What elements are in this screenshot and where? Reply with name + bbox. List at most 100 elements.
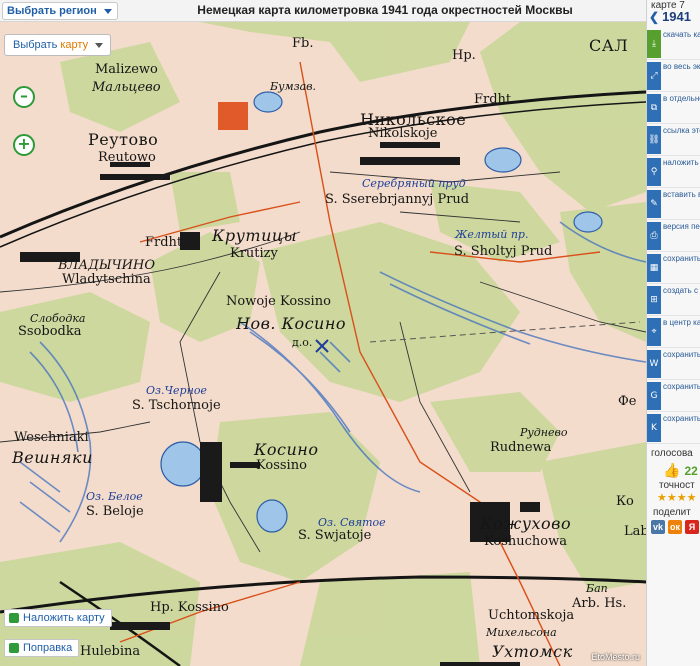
place-label: Фе <box>618 394 637 409</box>
correction-button[interactable]: Поправка <box>4 639 80 657</box>
share-buttons: vk ок Я <box>651 520 699 534</box>
tool-item[interactable]: Gсохранить GPX точ <box>647 380 700 412</box>
zoom-in-button[interactable]: + <box>13 134 35 156</box>
place-label: Михельсона <box>486 626 557 639</box>
place-label: САЛ <box>589 36 629 55</box>
place-label: Uchtomskoja <box>488 608 575 623</box>
tool-item[interactable]: ⤢во весь экран <box>647 60 700 92</box>
share-caption: поделит <box>653 507 691 518</box>
vote-caption: голосова <box>651 448 693 459</box>
correction-label: Поправка <box>23 642 73 654</box>
accuracy-caption: точност <box>659 480 695 491</box>
place-label: Hulebina <box>80 644 141 659</box>
tool-icon: K <box>647 414 661 442</box>
yandex-share-icon[interactable]: Я <box>685 520 699 534</box>
watermark: EtoMesto.ru <box>591 652 640 662</box>
tool-label: сохранить KML мет <box>663 414 700 423</box>
tool-item[interactable]: Kсохранить KML мет <box>647 412 700 444</box>
tool-item[interactable]: Wсохранить WPT точ <box>647 348 700 380</box>
vk-share-icon[interactable]: vk <box>651 520 665 534</box>
place-label: Nowoje Kossino <box>226 294 331 309</box>
place-label: Руднево <box>520 426 568 439</box>
map-viewport[interactable]: Malizewo Мальцево Реутово Reutowo Бумзав… <box>0 22 646 666</box>
right-panel: карте 7 ❮ 1941 ⤓скачать карту⤢во весь эк… <box>646 0 700 666</box>
place-label: Hp. <box>452 48 476 63</box>
tool-item[interactable]: ▦сохранить как карт <box>647 252 700 284</box>
vote-count: 22 <box>684 463 698 478</box>
place-label: Arb. Hs. <box>572 596 627 611</box>
place-label: Kossino <box>256 458 307 473</box>
place-label: Krutizy <box>230 246 278 261</box>
place-label: Ко <box>616 494 634 509</box>
overlay-map-label: Наложить карту <box>23 612 105 624</box>
select-map-accent: карту <box>60 39 89 51</box>
place-label: Nikolskoje <box>368 126 438 141</box>
overlay-map-button[interactable]: Наложить карту <box>4 609 112 627</box>
place-label: Кожухово <box>480 514 572 533</box>
place-label: Reutowo <box>98 150 156 165</box>
place-label: S. Sserebrjannyj Prud <box>325 192 470 207</box>
tool-label: сохранить как карт <box>663 254 700 263</box>
place-label: Бумзав. <box>270 80 317 93</box>
tool-icon: ⎙ <box>647 222 661 250</box>
place-label: Hp. Kossino <box>150 600 229 615</box>
tool-item[interactable]: ⊞создать с привяз <box>647 284 700 316</box>
select-map-label: Выбрать <box>13 39 61 51</box>
place-label: Ssobodka <box>18 324 82 339</box>
select-region-button[interactable]: Выбрать регион <box>2 2 118 20</box>
tool-label: скачать карту <box>663 30 700 39</box>
place-label: S. Swjatoje <box>298 528 372 543</box>
place-label: Koshuchowa <box>484 534 567 549</box>
tool-label: сохранить GPX точ <box>663 382 700 391</box>
place-label: Ухтомск <box>492 642 573 661</box>
ok-share-icon[interactable]: ок <box>668 520 682 534</box>
tool-item[interactable]: ✎вставить в блог <box>647 188 700 220</box>
place-label: Frdht <box>145 235 183 250</box>
place-label: Wladytschina <box>62 272 151 287</box>
tool-icon: ⊞ <box>647 286 661 314</box>
year-switcher: ❮ 1941 <box>649 9 691 24</box>
tool-label: создать с привяз <box>663 286 700 295</box>
place-label: S. Tschornoje <box>132 398 221 413</box>
map-tiles <box>0 22 646 666</box>
tool-item[interactable]: ⤓скачать карту <box>647 28 700 60</box>
select-region-label: Выбрать регион <box>7 5 97 17</box>
tool-icon: ⛓ <box>647 126 661 154</box>
prev-year-icon[interactable]: ❮ <box>649 10 659 24</box>
tool-list: ⤓скачать карту⤢во весь экран⧉в отдельное… <box>647 28 700 444</box>
tool-label: версия печати <box>663 222 700 231</box>
vote-row: 👍 22 <box>663 462 698 479</box>
place-label: Lab <box>624 524 646 539</box>
tool-icon: ▦ <box>647 254 661 282</box>
page-title: Немецкая карта километровка 1941 года ок… <box>197 3 573 17</box>
tool-item[interactable]: ⎙версия печати <box>647 220 700 252</box>
correction-icon <box>9 643 19 653</box>
top-bar: Выбрать регион Немецкая карта километров… <box>0 0 646 22</box>
thumb-up-icon[interactable]: 👍 <box>663 462 680 479</box>
place-label: Rudnewa <box>490 440 552 455</box>
place-label: S. Sholtyj Prud <box>454 244 553 259</box>
tool-icon: ⤢ <box>647 62 661 90</box>
year-value[interactable]: 1941 <box>662 9 691 24</box>
tool-label: наложить карту на <box>663 158 700 167</box>
tool-label: в центр карты <box>663 318 700 327</box>
place-label: Оз.Черное <box>146 384 207 397</box>
tool-icon: ⤓ <box>647 30 661 58</box>
tool-item[interactable]: ⛓ссылка это место <box>647 124 700 156</box>
tool-item[interactable]: ⧉в отдельное окно <box>647 92 700 124</box>
place-label: Реутово <box>88 130 159 149</box>
select-map-button[interactable]: Выбрать карту <box>4 34 112 56</box>
tool-item[interactable]: ⚲наложить карту на <box>647 156 700 188</box>
tool-item[interactable]: ⌖в центр карты <box>647 316 700 348</box>
tool-label: вставить в блог <box>663 190 700 199</box>
place-label: S. Beloje <box>86 504 144 519</box>
tool-icon: G <box>647 382 661 410</box>
place-label: Weschniaki <box>14 430 89 445</box>
zoom-out-button[interactable]: – <box>13 86 35 108</box>
place-label: Крутицы <box>212 226 298 245</box>
chevron-down-icon <box>103 9 112 14</box>
accuracy-stars[interactable]: ★★★★ <box>657 491 696 504</box>
place-label: Fb. <box>292 36 314 51</box>
place-label: Frdht <box>474 92 512 107</box>
tool-label: во весь экран <box>663 62 700 71</box>
